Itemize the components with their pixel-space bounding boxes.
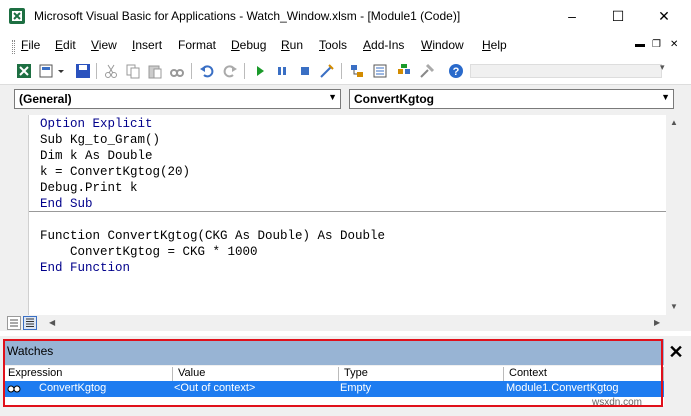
toolbar-options-icon[interactable]: ▾ [660, 62, 670, 82]
vertical-scrollbar[interactable]: ▲ ▼ [666, 115, 683, 315]
menu-insert[interactable]: Insert [132, 38, 162, 52]
maximize-button[interactable]: ☐ [600, 4, 636, 28]
object-browser-icon[interactable] [396, 63, 412, 79]
procedure-dropdown[interactable]: ConvertKgtog ▼ [349, 89, 674, 109]
menu-file[interactable]: File [21, 38, 40, 52]
vba-app-icon [9, 8, 25, 24]
paste-icon[interactable] [147, 63, 163, 79]
code-line[interactable]: End Sub [40, 197, 93, 211]
watches-close-button[interactable]: ✕ [666, 342, 686, 362]
menu-add-ins[interactable]: Add-Ins [363, 38, 404, 52]
menu-edit[interactable]: Edit [55, 38, 76, 52]
procedure-dropdown-value: ConvertKgtog [354, 92, 434, 106]
scroll-down-icon[interactable]: ▼ [670, 302, 678, 311]
code-line[interactable]: Option Explicit [40, 117, 153, 131]
menu-run[interactable]: Run [281, 38, 303, 52]
close-button[interactable]: ✕ [646, 4, 682, 28]
dropdown-arrow-icon[interactable] [57, 63, 65, 79]
mdi-minimize-button[interactable]: ▬ [635, 39, 645, 50]
properties-window-icon[interactable] [372, 63, 388, 79]
redo-icon[interactable] [222, 63, 238, 79]
menu-debug[interactable]: Debug [231, 38, 266, 52]
break-icon[interactable] [274, 63, 290, 79]
view-toggle [7, 315, 41, 331]
find-icon[interactable] [169, 63, 185, 79]
insert-module-icon[interactable] [38, 63, 54, 79]
menu-format[interactable]: Format [178, 38, 216, 52]
margin-indicator-bar[interactable] [7, 115, 29, 315]
run-icon[interactable] [252, 63, 268, 79]
help-icon[interactable]: ? [448, 63, 464, 79]
view-excel-icon[interactable] [16, 63, 32, 79]
code-line[interactable]: Debug.Print k [40, 181, 138, 195]
procedure-view-icon[interactable] [7, 316, 21, 330]
code-line[interactable]: Function ConvertKgtog(CKG As Double) As … [40, 229, 385, 243]
toolbar-separator [341, 63, 342, 79]
object-dropdown[interactable]: (General) ▼ [14, 89, 341, 109]
toolbar-separator [96, 63, 97, 79]
horizontal-scrollbar[interactable]: ◀ ▶ [29, 315, 666, 331]
menu-window[interactable]: Window [421, 38, 464, 52]
minimize-button[interactable]: – [554, 4, 590, 28]
code-line[interactable]: k = ConvertKgtog(20) [40, 165, 190, 179]
scroll-left-icon[interactable]: ◀ [49, 318, 55, 327]
highlight-annotation [3, 339, 663, 407]
mdi-restore-button[interactable]: ❐ [652, 39, 661, 50]
code-line[interactable]: End Function [40, 261, 130, 275]
watermark: wsxdn.com [592, 397, 643, 408]
menu-view[interactable]: View [91, 38, 117, 52]
undo-icon[interactable] [199, 63, 215, 79]
cut-icon[interactable] [103, 63, 119, 79]
toolbar-separator [191, 63, 192, 79]
menu-tools[interactable]: Tools [319, 38, 347, 52]
code-line[interactable]: Dim k As Double [40, 149, 153, 163]
chevron-down-icon: ▼ [661, 92, 670, 102]
window-title: Microsoft Visual Basic for Applications … [34, 9, 461, 23]
code-line[interactable]: Sub Kg_to_Gram() [40, 133, 160, 147]
svg-text:?: ? [453, 66, 460, 78]
object-dropdown-value: (General) [19, 92, 72, 106]
toolbar-separator [244, 63, 245, 79]
reset-icon[interactable] [297, 63, 313, 79]
menu-grip[interactable] [12, 40, 15, 54]
procedure-separator [29, 211, 666, 212]
chevron-down-icon: ▼ [328, 92, 337, 102]
full-module-view-icon[interactable] [23, 316, 37, 330]
scroll-right-icon[interactable]: ▶ [654, 318, 660, 327]
mdi-close-button[interactable]: ✕ [670, 39, 678, 50]
copy-icon[interactable] [125, 63, 141, 79]
code-line[interactable]: ConvertKgtog = CKG * 1000 [40, 245, 258, 259]
toolbox-icon[interactable] [419, 63, 435, 79]
project-explorer-icon[interactable] [349, 63, 365, 79]
toolbar-empty-area [470, 64, 662, 78]
design-mode-icon[interactable] [319, 63, 335, 79]
scroll-up-icon[interactable]: ▲ [670, 118, 678, 127]
save-icon[interactable] [75, 63, 91, 79]
menu-help[interactable]: Help [482, 38, 507, 52]
